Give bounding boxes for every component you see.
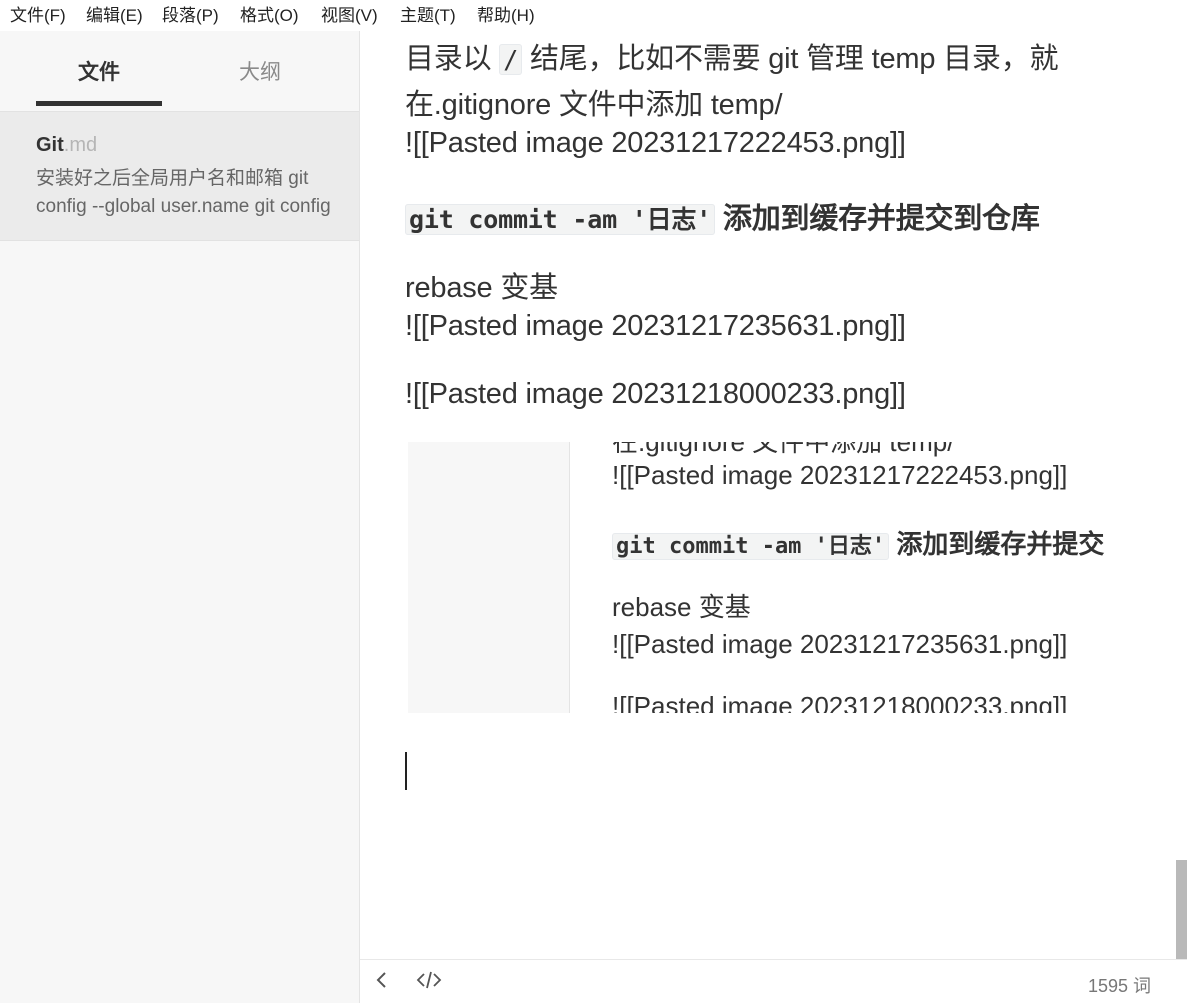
menu-bar: 文件(F) 编辑(E) 段落(P) 格式(O) 视图(V) 主题(T) 帮助(H…: [0, 0, 1187, 31]
scrollbar-thumb[interactable]: [1176, 860, 1187, 959]
tab-outline[interactable]: 大纲: [198, 31, 322, 111]
embedded-line: ![[Pasted image 20231217235631.png]]: [612, 629, 1068, 659]
menu-theme[interactable]: 主题(T): [400, 0, 456, 31]
word-count[interactable]: 1595 词: [1088, 972, 1151, 998]
image-link-line: ![[Pasted image 20231217222453.png]]: [405, 127, 906, 159]
text-cursor: [405, 752, 407, 790]
embedded-bold-text: 添加到缓存并提交: [889, 529, 1105, 559]
active-tab-indicator: [36, 101, 162, 106]
image-link-line: ![[Pasted image 20231218000233.png]]: [405, 378, 906, 410]
menu-format[interactable]: 格式(O): [240, 0, 299, 31]
menu-help[interactable]: 帮助(H): [477, 0, 535, 31]
embedded-line: rebase 变基: [612, 592, 751, 622]
menu-paragraph[interactable]: 段落(P): [162, 0, 219, 31]
file-extension: .md: [63, 134, 98, 156]
embedded-line: git commit -am '日志' 添加到缓存并提交: [612, 524, 1104, 561]
embedded-line: 在.gitignore 文件中添加 temp/: [612, 442, 955, 457]
image-link-line: ![[Pasted image 20231217235631.png]]: [405, 310, 906, 342]
embedded-line: ![[Pasted image 20231218000233.png]]: [612, 691, 1068, 713]
bold-text: 添加到缓存并提交到仓库: [715, 203, 1040, 235]
editor-line: git commit -am '日志' 添加到缓存并提交到仓库: [405, 195, 1040, 237]
inline-code: git commit -am '日志': [405, 204, 716, 235]
tab-outline-label: 大纲: [239, 61, 281, 84]
chevron-left-icon[interactable]: [374, 968, 390, 998]
file-name: Git: [36, 134, 64, 156]
editor-line: 在.gitignore 文件中添加 temp/: [405, 89, 783, 121]
editor-pane[interactable]: 目录以 / 结尾，比如不需要 git 管理 temp 目录，就 在.gitign…: [360, 31, 1187, 959]
file-title: Git.md: [36, 134, 97, 157]
tab-files[interactable]: 文件: [36, 31, 162, 111]
menu-file[interactable]: 文件(F): [10, 0, 66, 31]
status-bar: 1595 词: [360, 959, 1187, 1004]
editor-line: 目录以 / 结尾，比如不需要 git 管理 temp 目录，就: [405, 35, 1059, 77]
embedded-line: ![[Pasted image 20231217222453.png]]: [612, 460, 1068, 490]
menu-edit[interactable]: 编辑(E): [86, 0, 143, 31]
embedded-sidebar: [408, 442, 570, 713]
embedded-image[interactable]: 在.gitignore 文件中添加 temp/ ![[Pasted image …: [408, 442, 1130, 713]
sidebar: 文件 大纲 Git.md 安装好之后全局用户名和邮箱 git config --…: [0, 31, 360, 1003]
embedded-code: git commit -am '日志': [612, 533, 890, 560]
file-snippet: 安装好之后全局用户名和邮箱 git config --global user.n…: [36, 168, 331, 217]
editor-line: rebase 变基: [405, 272, 558, 304]
text-run: 目录以: [405, 43, 500, 75]
menu-view[interactable]: 视图(V): [321, 0, 378, 31]
text-run: 结尾，比如不需要 git 管理 temp 目录，就: [522, 43, 1059, 75]
inline-code: /: [499, 44, 523, 75]
file-list-item[interactable]: Git.md 安装好之后全局用户名和邮箱 git config --global…: [0, 111, 359, 241]
tab-files-label: 文件: [78, 61, 120, 84]
code-icon[interactable]: [416, 968, 442, 998]
